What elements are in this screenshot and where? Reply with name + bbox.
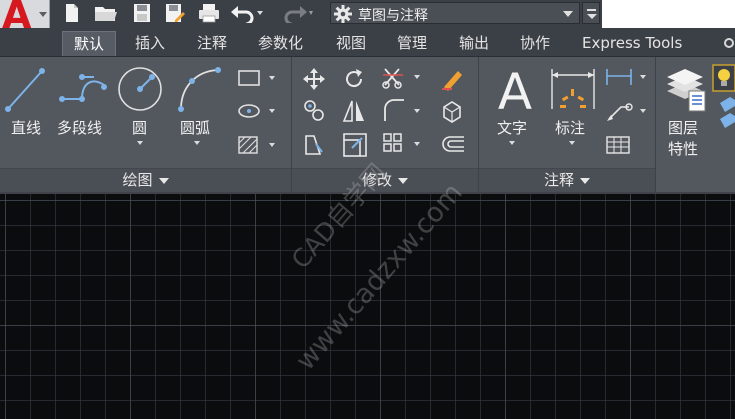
circle-tool-label[interactable]: 圆	[132, 119, 147, 137]
polyline-tool-icon[interactable]	[58, 69, 110, 109]
layer-properties-label-1[interactable]: 图层	[668, 119, 698, 137]
dimension-dropdown-icon[interactable]	[569, 141, 575, 145]
table-tool-icon[interactable]	[605, 135, 631, 155]
arc-dropdown-icon[interactable]	[194, 141, 200, 145]
tab-parametric[interactable]: 参数化	[247, 31, 314, 56]
open-icon[interactable]	[94, 3, 118, 23]
panel-divider	[655, 57, 656, 192]
tab-annotate[interactable]: 注释	[186, 31, 238, 56]
tab-collaborate[interactable]: 协作	[509, 31, 561, 56]
layer-state-icon[interactable]	[712, 63, 735, 133]
text-dropdown-icon[interactable]	[509, 141, 515, 145]
text-glyph: A	[498, 63, 532, 115]
mirror-tool-icon[interactable]	[342, 99, 366, 123]
rectangle-tool-icon[interactable]	[237, 69, 277, 87]
layer-properties-icon[interactable]	[663, 65, 709, 113]
chevron-down-icon	[39, 12, 47, 17]
chevron-down-icon	[158, 177, 169, 184]
scale-tool-icon[interactable]	[342, 132, 368, 158]
ribbon-options-icon[interactable]	[722, 36, 735, 50]
move-tool-icon[interactable]	[302, 67, 326, 91]
gear-icon	[334, 5, 352, 27]
tab-default[interactable]: 默认	[62, 31, 117, 56]
customize-quick-access-button[interactable]	[582, 2, 600, 24]
new-icon[interactable]	[62, 3, 82, 23]
title-bar: 草图与注释	[0, 0, 735, 28]
save-icon[interactable]	[132, 3, 152, 23]
circle-dropdown-icon[interactable]	[137, 141, 143, 145]
undo-icon[interactable]	[230, 3, 264, 23]
chevron-down-icon	[563, 11, 573, 17]
copy-tool-icon[interactable]	[302, 99, 328, 123]
save-as-icon[interactable]	[164, 3, 186, 23]
tab-output[interactable]: 输出	[448, 31, 500, 56]
stretch-tool-icon[interactable]	[302, 132, 328, 158]
fillet-tool-icon[interactable]	[381, 97, 421, 123]
text-tool-icon[interactable]: A	[494, 63, 536, 115]
tab-insert[interactable]: 插入	[124, 31, 176, 56]
title-area	[602, 0, 735, 28]
draw-panel-title[interactable]: 绘图	[0, 168, 291, 192]
arc-tool-label[interactable]: 圆弧	[180, 119, 210, 137]
tab-view[interactable]: 视图	[325, 31, 377, 56]
dimension-tool-label[interactable]: 标注	[555, 119, 585, 137]
redo-icon[interactable]	[280, 3, 314, 23]
plot-icon[interactable]	[197, 3, 221, 23]
polyline-tool-label[interactable]: 多段线	[57, 119, 102, 137]
explode-tool-icon[interactable]	[440, 99, 464, 123]
workspace-dropdown[interactable]: 草图与注释	[330, 2, 580, 24]
linear-dimension-icon[interactable]	[605, 67, 647, 87]
tab-express-tools[interactable]: Express Tools	[571, 31, 693, 56]
text-tool-label[interactable]: 文字	[497, 119, 527, 137]
dimension-tool-icon[interactable]	[549, 67, 597, 111]
workspace-name: 草图与注释	[358, 8, 428, 24]
ribbon-tabs: 默认 插入 注释 参数化 视图 管理 输出 协作 Express Tools	[0, 28, 735, 57]
layer-properties-label-2[interactable]: 特性	[668, 140, 698, 158]
line-tool-icon[interactable]	[4, 65, 48, 115]
offset-tool-icon[interactable]	[440, 133, 466, 157]
tab-manage[interactable]: 管理	[386, 31, 438, 56]
leader-tool-icon[interactable]	[605, 99, 647, 123]
chevron-down-icon	[398, 177, 408, 184]
rotate-tool-icon[interactable]	[342, 67, 366, 91]
hatch-tool-icon[interactable]	[237, 135, 277, 155]
annotation-panel-title[interactable]: 注释	[479, 168, 655, 192]
arc-tool-icon[interactable]	[176, 65, 224, 113]
ellipse-tool-icon[interactable]	[237, 102, 277, 120]
chevron-down-icon	[580, 177, 590, 184]
circle-tool-icon[interactable]	[116, 65, 164, 113]
trim-tool-icon[interactable]	[381, 65, 421, 91]
array-tool-icon[interactable]	[381, 131, 421, 157]
line-tool-label[interactable]: 直线	[11, 119, 41, 137]
erase-tool-icon[interactable]	[440, 65, 466, 91]
